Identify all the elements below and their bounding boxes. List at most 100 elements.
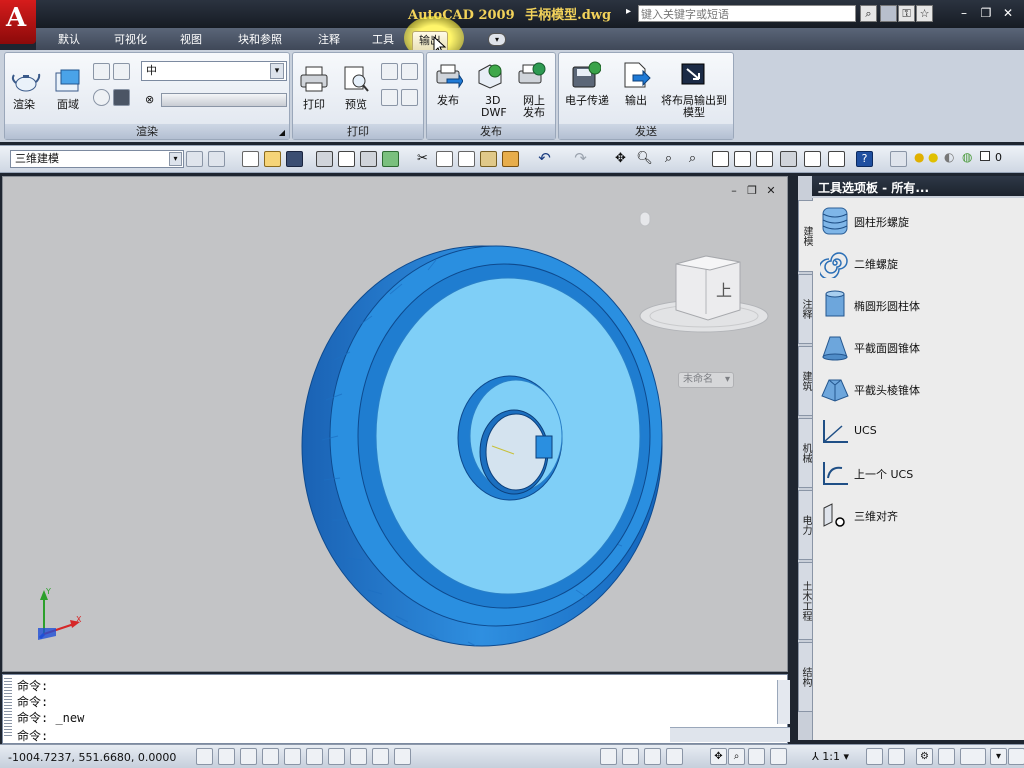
viewport-restore-icon[interactable]: ❐ (744, 184, 760, 200)
palette-item-elliptic-cylinder[interactable]: 椭圆形圆柱体 (820, 288, 1020, 322)
command-prompt[interactable]: 命令: (17, 727, 48, 744)
zoom-realtime-icon[interactable]: 🔍︎ (636, 151, 653, 167)
panel-expand-icon[interactable]: ◢ (279, 128, 285, 137)
toolbar-lock-icon[interactable] (938, 748, 955, 765)
page-setup-icon[interactable] (381, 63, 398, 80)
pan-status-icon[interactable]: ✥ (710, 748, 727, 765)
match-properties-icon[interactable] (502, 151, 519, 167)
preview-button-label[interactable]: 预览 (345, 99, 367, 111)
tool-palettes-icon[interactable] (756, 151, 773, 167)
pan-icon[interactable]: ✥ (612, 151, 629, 167)
plot-preview-icon[interactable] (341, 65, 371, 93)
tab-view[interactable]: 视图 (174, 31, 208, 50)
open-file-icon[interactable] (264, 151, 281, 167)
help-icon[interactable]: ? (856, 151, 873, 167)
publish-to-web-icon[interactable] (517, 61, 547, 89)
palette-tab-modeling[interactable]: 建模 (798, 200, 813, 272)
tab-visualize[interactable]: 可视化 (108, 31, 153, 50)
dynamic-input-icon[interactable] (350, 748, 367, 765)
palette-item-ucs-previous[interactable]: 上一个 UCS (820, 456, 1020, 490)
quick-view-drawings-icon[interactable] (666, 748, 683, 765)
auto-scale-icon[interactable] (888, 748, 905, 765)
quick-properties-icon[interactable] (394, 748, 411, 765)
palette-tab-annotation[interactable]: 注释 (798, 274, 813, 344)
plot-button-label[interactable]: 打印 (303, 99, 325, 111)
copy-base-icon[interactable] (458, 151, 475, 167)
3d-dwf-label-line2[interactable]: DWF (481, 107, 507, 119)
zoom-previous-icon[interactable]: ⌕ (684, 151, 701, 167)
layer-color-swatch[interactable] (980, 151, 990, 161)
handwheel-3d-model[interactable] (296, 240, 676, 650)
new-file-icon[interactable] (242, 151, 259, 167)
render-clear-icon[interactable]: ⊗ (145, 93, 154, 106)
undo-icon[interactable]: ↶ (536, 151, 553, 167)
render-quality-select[interactable]: 中 ▾ (141, 61, 287, 81)
annotation-visibility-icon[interactable] (866, 748, 883, 765)
layer-on-icon[interactable]: ● (914, 150, 924, 164)
markup-icon[interactable] (804, 151, 821, 167)
properties-icon[interactable] (712, 151, 729, 167)
viewcube[interactable]: 上 (636, 210, 772, 336)
region-button-label[interactable]: 面域 (57, 99, 79, 111)
annotation-scale[interactable]: ⅄ 1:1 ▾ (812, 750, 849, 763)
ribbon-minimize-icon[interactable]: ▾ (488, 33, 506, 46)
teapot-render-icon[interactable] (11, 67, 41, 95)
palette-item-frustum-cone[interactable]: 平截面圆锥体 (820, 330, 1020, 364)
render-presets-icon[interactable] (93, 63, 110, 80)
palette-item-ucs[interactable]: UCS (820, 414, 1020, 448)
layout-icon[interactable] (644, 748, 661, 765)
current-layer-value[interactable]: 0 (995, 151, 1002, 164)
tab-blocks-references[interactable]: 块和参照 (232, 31, 288, 50)
batch-plot-icon[interactable] (381, 89, 398, 106)
layer-properties-icon[interactable] (890, 151, 907, 167)
export-button-label[interactable]: 输出 (625, 95, 647, 107)
tab-default[interactable]: 默认 (52, 31, 86, 50)
layer-freeze-icon[interactable]: ● (928, 150, 938, 164)
minimize-icon[interactable]: – (954, 5, 974, 22)
workspace-switching-icon[interactable]: ⚙ (916, 748, 933, 765)
restore-icon[interactable]: ❐ (976, 5, 996, 22)
etransmit-button-label[interactable]: 电子传递 (565, 95, 609, 107)
clean-screen-icon[interactable] (1008, 748, 1024, 765)
export-layout-to-model-icon[interactable] (679, 61, 709, 89)
snap-mode-icon[interactable] (196, 748, 213, 765)
palette-tab-electrical[interactable]: 电力 (798, 490, 813, 560)
design-center-icon[interactable] (734, 151, 751, 167)
grid-display-icon[interactable] (218, 748, 235, 765)
help-key-icon[interactable]: ⚿ (898, 5, 915, 22)
command-horizontal-scrollbar[interactable] (670, 727, 790, 742)
plotter-manager-icon[interactable] (401, 89, 418, 106)
communication-center-icon[interactable] (880, 5, 897, 22)
lineweight-icon[interactable] (372, 748, 389, 765)
3d-dwf-small-icon[interactable] (382, 151, 399, 167)
palette-item-2d-spiral[interactable]: 二维螺旋 (820, 246, 1020, 280)
workspace-select[interactable]: 三维建模 ▾ (10, 150, 184, 168)
view-details-icon[interactable] (401, 63, 418, 80)
command-scrollbar[interactable] (777, 680, 790, 724)
ortho-mode-icon[interactable] (240, 748, 257, 765)
tab-tools[interactable]: 工具 (366, 31, 400, 50)
layer-lock-icon[interactable]: ◍ (962, 150, 972, 164)
zoom-window-icon[interactable]: ⌕ (660, 151, 677, 167)
palette-tab-civil[interactable]: 土木工程 (798, 562, 813, 640)
workspace-settings-icon[interactable] (186, 151, 203, 167)
publish-small-icon[interactable] (360, 151, 377, 167)
publish-button-label[interactable]: 发布 (437, 95, 459, 107)
palette-tab-structural[interactable]: 结构 (798, 642, 813, 712)
paste-icon[interactable] (480, 151, 497, 167)
plot-icon[interactable] (316, 151, 333, 167)
render-progress-slider[interactable] (161, 93, 287, 107)
palette-item-cylindrical-helix[interactable]: 圆柱形螺旋 (820, 204, 1020, 238)
render-button-label[interactable]: 渲染 (13, 99, 35, 111)
cut-icon[interactable]: ✂ (414, 151, 431, 167)
viewport-close-icon[interactable]: ✕ (763, 184, 779, 200)
etransmit-icon[interactable] (571, 61, 601, 89)
object-snap-tracking-icon[interactable] (306, 748, 323, 765)
workspace-switch-icon[interactable] (208, 151, 225, 167)
sheet-set-icon[interactable] (780, 151, 797, 167)
search-input[interactable]: 键入关键字或短语 (638, 5, 856, 22)
palette-item-frustum-pyramid[interactable]: 平截头棱锥体 (820, 372, 1020, 406)
named-view-menu[interactable]: 未命名 ▾ (678, 372, 734, 388)
close-icon[interactable]: ✕ (998, 5, 1018, 22)
environment-icon[interactable] (93, 89, 110, 106)
